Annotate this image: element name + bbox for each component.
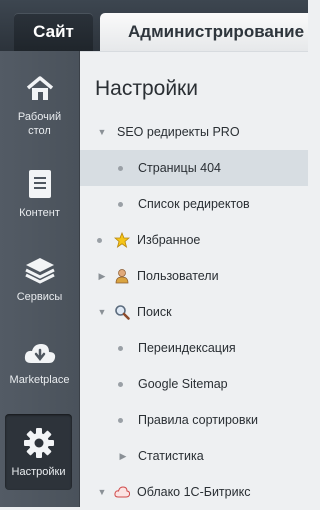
tab-site[interactable]: Сайт	[14, 13, 93, 51]
sidebar-item-label: Сервисы	[16, 291, 63, 303]
collapse-arrow-icon[interactable]: ▶	[97, 258, 107, 294]
main-sidebar: Рабочий стол Контент Сервисы Marketplace	[0, 51, 80, 507]
menu-item-label: Пользователи	[137, 269, 219, 283]
menu-item-label: Избранное	[137, 233, 201, 247]
menu-item-google-sitemap[interactable]: Google Sitemap	[80, 366, 308, 402]
sidebar-item-label: стол	[28, 125, 51, 137]
sidebar-item-content[interactable]: Контент	[0, 168, 79, 220]
menu-item-redirect-list[interactable]: Список редиректов	[80, 186, 308, 222]
home-icon	[26, 76, 53, 100]
layers-icon	[24, 258, 55, 284]
menu-item-label: Поиск	[137, 305, 172, 319]
sidebar-item-settings[interactable]: Настройки	[5, 414, 72, 490]
sidebar-item-services[interactable]: Сервисы	[0, 252, 79, 304]
cloud-icon	[114, 486, 130, 498]
sidebar-item-label: Marketplace	[9, 374, 70, 386]
sidebar-item-label: Рабочий	[17, 111, 62, 123]
bullet-icon	[118, 382, 123, 387]
cloud-download-icon	[24, 344, 55, 363]
menu-item-label: Список редиректов	[138, 197, 250, 211]
menu-item-search[interactable]: ▼ Поиск	[80, 294, 308, 330]
bullet-icon	[118, 166, 123, 171]
menu-item-label: Страницы 404	[138, 161, 222, 175]
star-icon	[114, 232, 130, 248]
menu-item-reindex[interactable]: Переиндексация	[80, 330, 308, 366]
sidebar-item-marketplace[interactable]: Marketplace	[0, 341, 79, 387]
expand-arrow-icon[interactable]: ▼	[97, 114, 107, 150]
menu-item-label: Google Sitemap	[138, 377, 228, 391]
menu-item-label: Правила сортировки	[138, 413, 258, 427]
magnifier-icon	[115, 305, 130, 320]
menu-item-label: Статистика	[138, 449, 204, 463]
menu-item-favorites[interactable]: Избранное	[80, 222, 308, 258]
menu-item-label: SEO редиректы PRO	[117, 125, 240, 139]
sidebar-item-label: Контент	[19, 207, 60, 219]
menu-item-users[interactable]: ▶ Пользователи	[80, 258, 308, 294]
collapse-arrow-icon[interactable]: ▶	[118, 438, 128, 474]
panel-title: Настройки	[95, 77, 198, 100]
bullet-icon	[97, 238, 102, 243]
menu-item-label: Переиндексация	[138, 341, 236, 355]
document-icon	[28, 170, 51, 198]
menu-item-sort-rules[interactable]: Правила сортировки	[80, 402, 308, 438]
menu-item-seo-redirects[interactable]: ▼ SEO редиректы PRO	[80, 114, 308, 150]
expand-arrow-icon[interactable]: ▼	[97, 294, 107, 330]
gear-icon	[23, 428, 54, 458]
bullet-icon	[118, 202, 123, 207]
menu-item-bitrix-cloud[interactable]: ▼ Облако 1С-Битрикс	[80, 474, 308, 510]
sidebar-item-label: Настройки	[11, 466, 66, 478]
tab-administration[interactable]: Администрирование	[100, 13, 308, 51]
top-bar: Сайт Администрирование	[0, 0, 308, 51]
expand-arrow-icon[interactable]: ▼	[97, 474, 107, 510]
user-icon	[115, 269, 129, 284]
menu-item-label: Облако 1С-Битрикс	[137, 485, 251, 499]
bullet-icon	[118, 346, 123, 351]
bullet-icon	[118, 418, 123, 423]
sidebar-item-desktop[interactable]: Рабочий стол	[0, 74, 79, 138]
menu-item-pages-404[interactable]: Страницы 404	[80, 150, 308, 186]
menu-item-statistics[interactable]: ▶ Статистика	[80, 438, 308, 474]
settings-panel: Настройки ▼ SEO редиректы PRO Страницы 4…	[80, 51, 308, 508]
